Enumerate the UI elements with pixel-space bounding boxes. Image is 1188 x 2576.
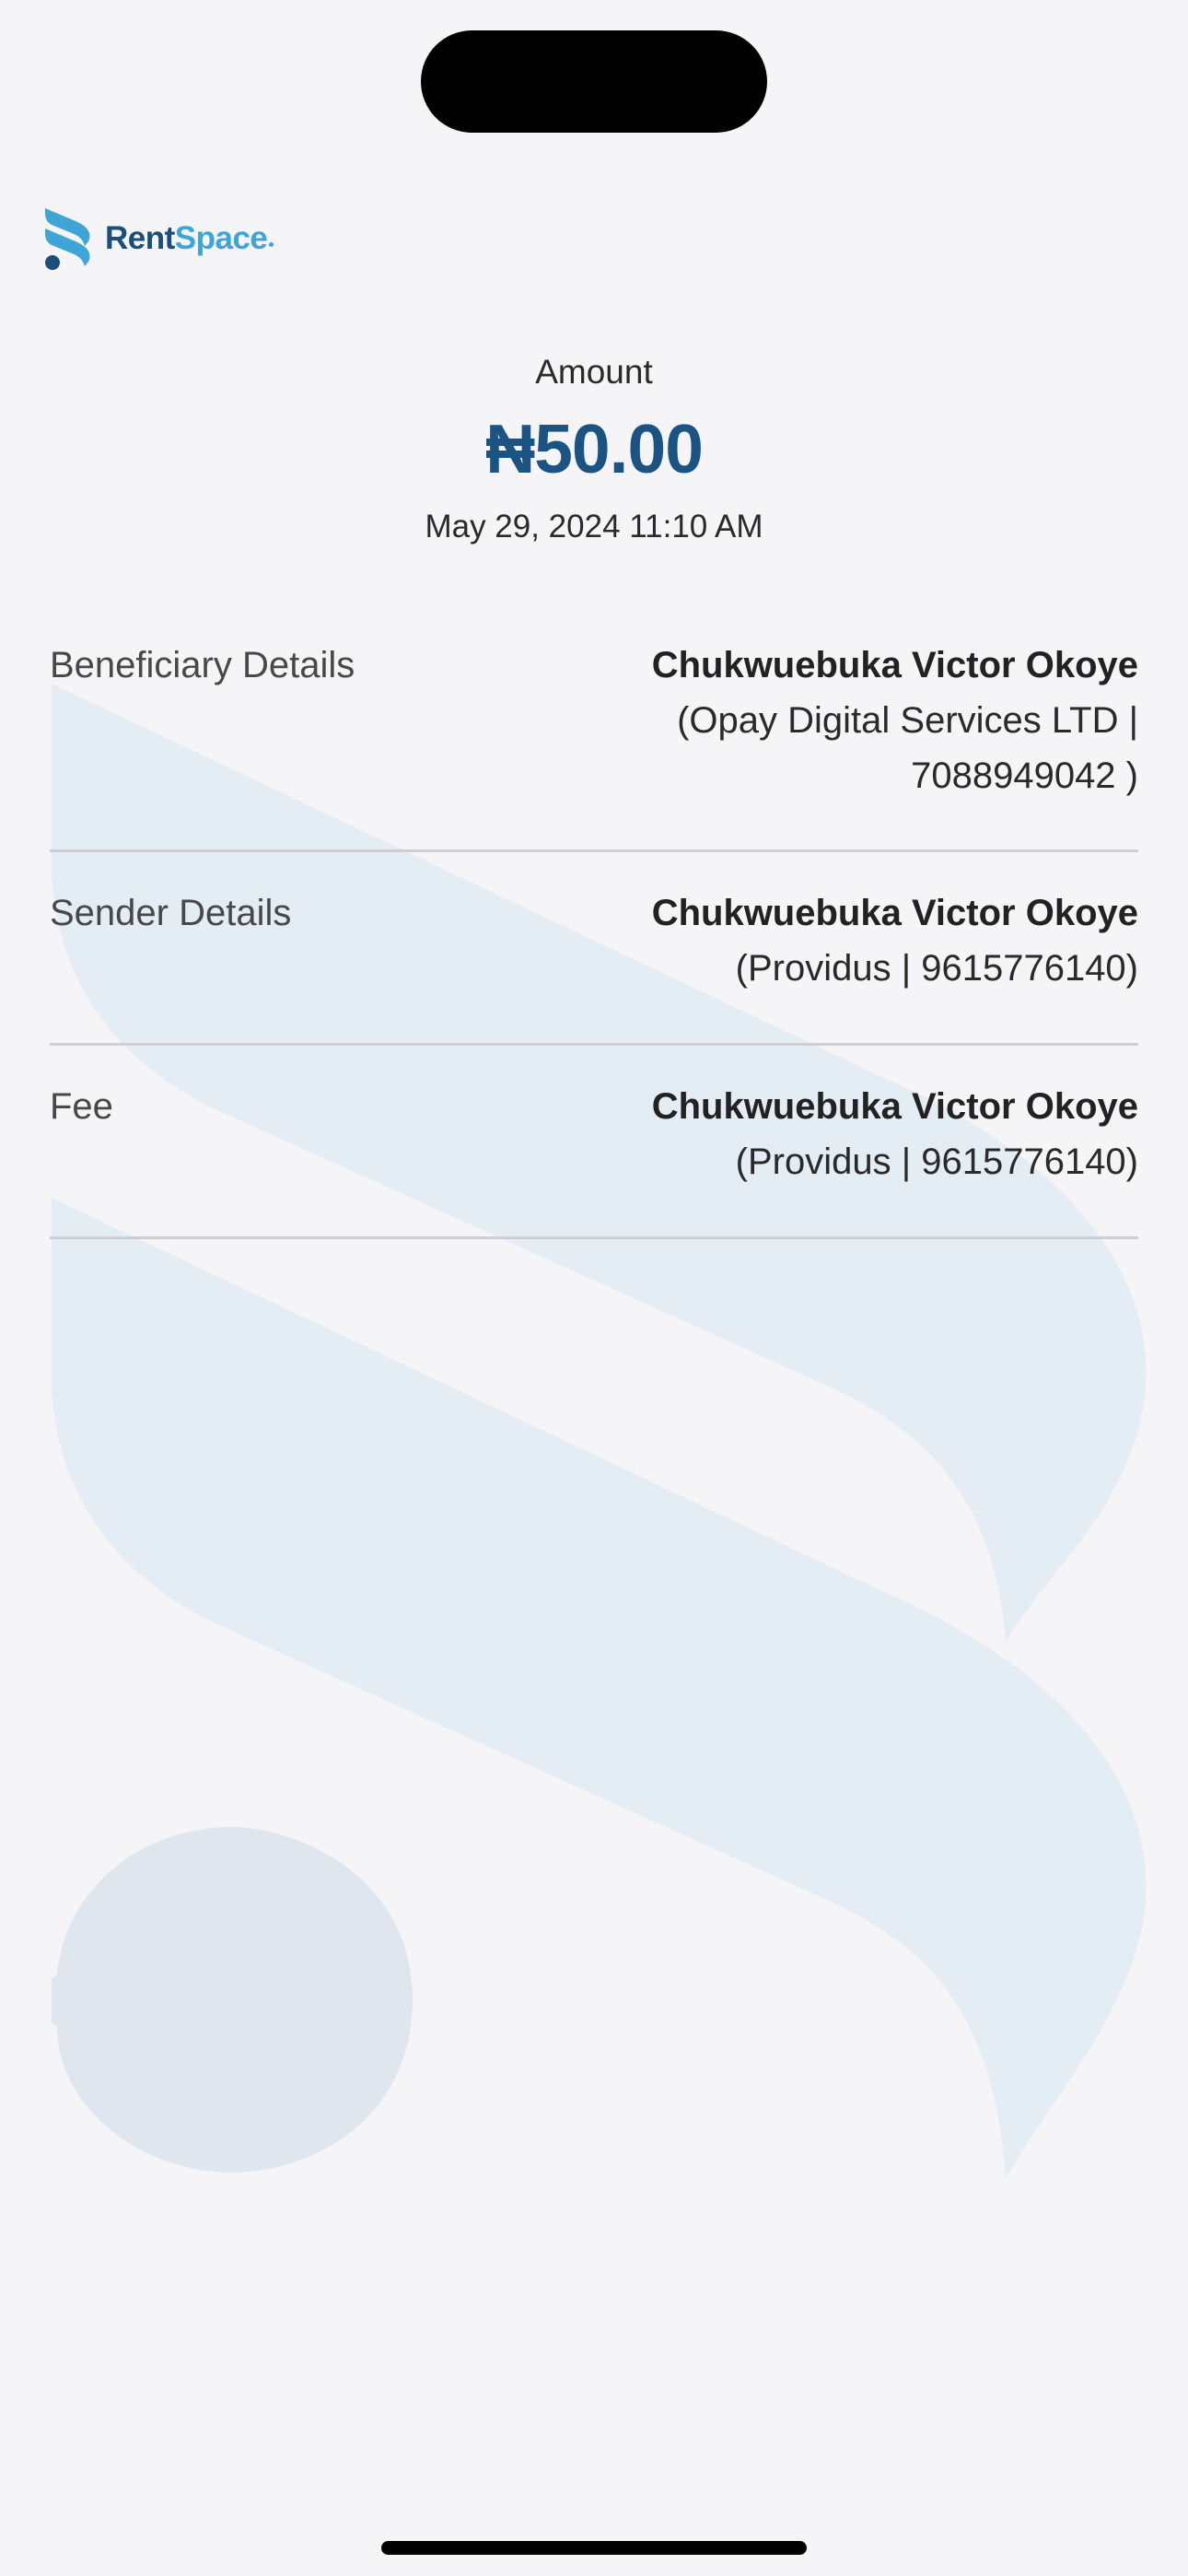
beneficiary-name: Chukwuebuka Victor Okoye <box>651 645 1138 685</box>
fee-value: Chukwuebuka Victor Okoye (Providus | 961… <box>652 1079 1138 1189</box>
sender-name: Chukwuebuka Victor Okoye <box>651 893 1138 933</box>
dynamic-island <box>421 30 767 133</box>
amount-value: ₦50.00 <box>485 410 704 487</box>
logo-word-rent: Rent <box>105 219 175 256</box>
fee-label: Fee <box>50 1086 113 1127</box>
transaction-details: Beneficiary Details Chukwuebuka Victor O… <box>50 638 1138 1239</box>
transaction-date: May 29, 2024 11:10 AM <box>425 509 763 544</box>
beneficiary-details-value: Chukwuebuka Victor Okoye (Opay Digital S… <box>549 638 1138 803</box>
fee-row: Fee Chukwuebuka Victor Okoye (Providus |… <box>50 1046 1138 1239</box>
fee-name: Chukwuebuka Victor Okoye <box>651 1086 1138 1127</box>
beneficiary-details-row: Beneficiary Details Chukwuebuka Victor O… <box>50 638 1138 852</box>
logo-wordmark: RentSpace <box>105 222 274 254</box>
watermark-dot <box>52 1827 413 2172</box>
home-indicator[interactable] <box>381 2541 807 2555</box>
rentspace-logo-icon <box>45 208 90 270</box>
fee-bank-account: (Providus | 9615776140) <box>735 1142 1138 1182</box>
rentspace-logo: RentSpace <box>42 205 274 271</box>
sender-details-value: Chukwuebuka Victor Okoye (Providus | 961… <box>652 885 1138 996</box>
beneficiary-bank-account: (Opay Digital Services LTD | 7088949042 … <box>677 700 1138 796</box>
sender-bank-account: (Providus | 9615776140) <box>735 948 1138 989</box>
sender-details-row: Sender Details Chukwuebuka Victor Okoye … <box>50 852 1138 1046</box>
beneficiary-details-label: Beneficiary Details <box>50 645 355 685</box>
sender-details-label: Sender Details <box>50 893 292 933</box>
amount-section: Amount ₦50.00 May 29, 2024 11:10 AM <box>0 346 1188 551</box>
logo-trademark-dot <box>269 241 274 247</box>
amount-label: Amount <box>535 353 653 391</box>
logo-word-space: Space <box>174 219 268 256</box>
